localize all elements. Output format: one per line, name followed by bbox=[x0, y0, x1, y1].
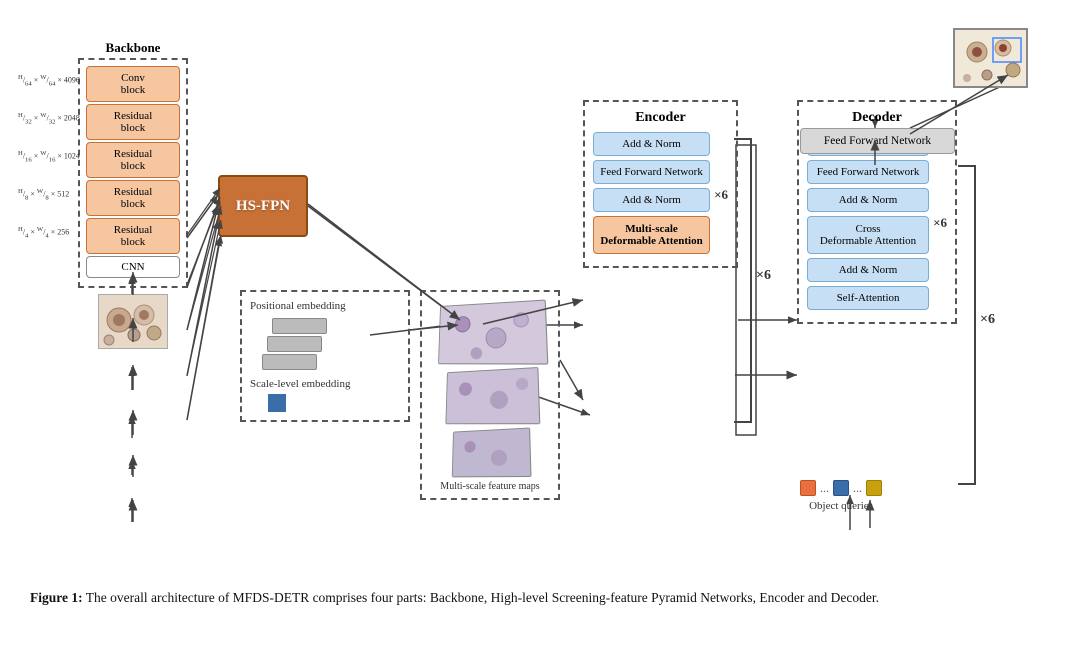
bb-label-1: H/64 × W/64 × 4096 bbox=[18, 74, 80, 87]
oq-row: ... ... bbox=[800, 480, 882, 496]
embedding-container: Positional embedding Scale-level embeddi… bbox=[240, 290, 410, 422]
ffn-top-block: Feed Forward Network bbox=[800, 128, 955, 154]
bb-label-3: H/16 × W/16 × 1024 bbox=[18, 150, 80, 163]
residual-block-3: Residualblock bbox=[86, 180, 180, 216]
figure-label: Figure 1: bbox=[30, 590, 83, 605]
oq-label: Object queries bbox=[809, 500, 873, 512]
feature-maps-container: Multi-scale feature maps bbox=[420, 290, 560, 500]
feature-maps-label: Multi-scale feature maps bbox=[428, 481, 552, 492]
bb-label-2: H/32 × W/32 × 2048 bbox=[18, 112, 80, 125]
gray-card-3 bbox=[262, 354, 317, 370]
oq-dots-2: ... bbox=[853, 481, 862, 496]
dec-row-1: Add & Norm Feed Forward Network Add & No… bbox=[807, 132, 947, 314]
hsfpn-block: HS-FPN bbox=[218, 175, 308, 237]
output-image-svg bbox=[955, 30, 1028, 88]
encoder-container: Encoder Add & Norm Feed Forward Network … bbox=[583, 100, 738, 268]
enc-x6-text: ×6 bbox=[756, 268, 771, 284]
output-image bbox=[953, 28, 1028, 88]
hsfpn-label: HS-FPN bbox=[236, 198, 290, 215]
oq-gold-sq bbox=[866, 480, 882, 496]
input-image-backbone bbox=[98, 294, 168, 349]
gray-card-1 bbox=[272, 318, 327, 334]
enc-ffn: Feed Forward Network bbox=[593, 160, 710, 184]
cnn-block: CNN bbox=[86, 256, 180, 278]
caption-text: The overall architecture of MFDS-DETR co… bbox=[86, 590, 879, 605]
backbone-dashed: H/64 × W/64 × 4096 Convblock H/32 × W/32… bbox=[78, 58, 188, 288]
oq-orange-sq bbox=[800, 480, 816, 496]
residual-block-4: Residualblock bbox=[86, 218, 180, 254]
enc-add-norm-1: Add & Norm bbox=[593, 132, 710, 156]
diagram-area: Backbone H/64 × W/64 × 4096 Convblock H/… bbox=[30, 20, 1050, 580]
enc-x6-bracket bbox=[734, 138, 752, 423]
fm-stack bbox=[428, 302, 552, 477]
encoder-title: Encoder bbox=[593, 110, 728, 126]
residual-block-2: Residualblock bbox=[86, 142, 180, 178]
gray-card-2 bbox=[267, 336, 322, 352]
dec-x6-label: ×6 bbox=[933, 215, 947, 231]
enc-mda: Multi-scaleDeformable Attention bbox=[593, 216, 710, 254]
dec-x6-text: ×6 bbox=[980, 312, 995, 328]
scale-level-label: Scale-level embedding bbox=[250, 378, 400, 390]
backbone-container: Backbone H/64 × W/64 × 4096 Convblock H/… bbox=[78, 40, 188, 349]
conv-block: Convblock bbox=[86, 66, 180, 102]
dec-add-norm-3: Add & Norm bbox=[807, 258, 929, 282]
enc-x6-label: ×6 bbox=[714, 187, 728, 203]
dec-cda: CrossDeformable Attention bbox=[807, 216, 929, 254]
bb-label-4: H/8 × W/8 × 512 bbox=[18, 188, 69, 201]
oq-dots-1: ... bbox=[820, 481, 829, 496]
decoder-title: Decoder bbox=[807, 110, 947, 126]
oq-blue-sq bbox=[833, 480, 849, 496]
fm-card-1 bbox=[438, 300, 548, 365]
enc-row-1: Add & Norm Feed Forward Network Add & No… bbox=[593, 132, 728, 258]
fm-card-2 bbox=[445, 367, 540, 424]
dec-x6-bracket bbox=[958, 165, 976, 485]
page: Backbone H/64 × W/64 × 4096 Convblock H/… bbox=[0, 0, 1080, 629]
caption: Figure 1: The overall architecture of MF… bbox=[30, 588, 1050, 609]
dec-self-attn: Self-Attention bbox=[807, 286, 929, 310]
dec-add-norm-2: Add & Norm bbox=[807, 188, 929, 212]
ffn-top-label: Feed Forward Network bbox=[824, 135, 931, 147]
backbone-title: Backbone bbox=[78, 40, 188, 56]
object-queries-container: ... ... Object queries bbox=[800, 480, 882, 512]
blue-square bbox=[268, 394, 286, 412]
fm-card-3 bbox=[452, 427, 532, 477]
bb-label-5: H/4 × W/4 × 256 bbox=[18, 226, 69, 239]
input-image-svg bbox=[99, 295, 168, 349]
gray-stack bbox=[260, 318, 400, 370]
dec-ffn: Feed Forward Network bbox=[807, 160, 929, 184]
enc-add-norm-2: Add & Norm bbox=[593, 188, 710, 212]
residual-block-1: Residualblock bbox=[86, 104, 180, 140]
positional-embedding-label: Positional embedding bbox=[250, 300, 400, 312]
